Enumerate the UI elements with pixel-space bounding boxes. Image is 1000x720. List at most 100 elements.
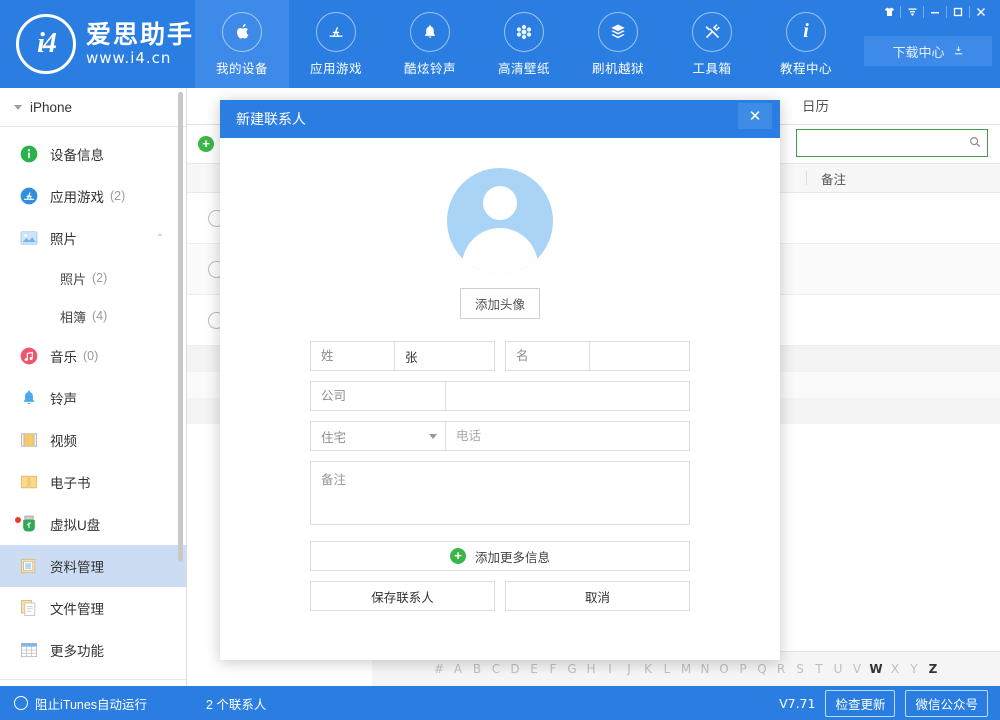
maximize-icon[interactable] xyxy=(947,2,969,21)
alpha-s[interactable]: S xyxy=(791,662,810,676)
last-name-input[interactable] xyxy=(395,343,494,369)
skin-icon[interactable] xyxy=(878,2,900,21)
nav-toolbox[interactable]: 工具箱 xyxy=(665,0,759,88)
phone-type-select[interactable]: 住宅 xyxy=(311,422,446,450)
sidebar-subitem-albums[interactable]: 相簿 (4) xyxy=(0,297,186,335)
device-name: iPhone xyxy=(30,100,72,115)
dialog-header: 新建联系人 ✕ xyxy=(220,100,780,138)
download-center-button[interactable]: 下载中心 xyxy=(864,36,992,66)
note-textarea[interactable] xyxy=(310,461,690,525)
add-avatar-button[interactable]: 添加头像 xyxy=(460,288,540,319)
company-field[interactable]: 公司 xyxy=(310,381,690,411)
block-itunes-toggle[interactable]: 阻止iTunes自动运行 xyxy=(0,694,186,713)
sidebar-item-music[interactable]: 音乐 (0) xyxy=(0,335,186,377)
info-circle-icon xyxy=(18,143,40,165)
alpha-h[interactable]: H xyxy=(582,662,601,676)
search-icon[interactable] xyxy=(968,135,982,152)
phone-input[interactable] xyxy=(446,423,689,449)
download-arrow-icon xyxy=(953,44,964,59)
alpha-u[interactable]: U xyxy=(829,662,848,676)
alpha-p[interactable]: P xyxy=(734,662,753,676)
nav-my-device[interactable]: 我的设备 xyxy=(195,0,289,88)
sidebar-item-data-management[interactable]: 资料管理 xyxy=(0,545,186,587)
alpha-t[interactable]: T xyxy=(810,662,829,676)
minimize-icon[interactable] xyxy=(924,2,946,21)
alpha-w[interactable]: W xyxy=(867,662,886,676)
alpha-q[interactable]: Q xyxy=(753,662,772,676)
sidebar-item-photos[interactable]: 照片 ⌃ xyxy=(0,217,186,259)
first-name-field[interactable]: 名 xyxy=(505,341,690,371)
sidebar-subitem-count: (4) xyxy=(92,309,107,323)
app-window: i4 爱思助手 www.i4.cn 我的设备 应用游戏 xyxy=(0,0,1000,720)
nav-flash-jailbreak[interactable]: 刷机越狱 xyxy=(571,0,665,88)
device-selector[interactable]: iPhone xyxy=(0,88,186,127)
first-name-input[interactable] xyxy=(590,343,689,369)
sidebar-item-virtual-usb[interactable]: 虚拟U盘 xyxy=(0,503,186,545)
alpha-n[interactable]: N xyxy=(696,662,715,676)
sidebar-item-label: 铃声 xyxy=(50,388,77,408)
nav-ringtones[interactable]: 酷炫铃声 xyxy=(383,0,477,88)
tab-calendar[interactable]: 日历 xyxy=(786,89,845,124)
sidebar-item-apps-games[interactable]: 应用游戏 (2) xyxy=(0,175,186,217)
alpha-c[interactable]: C xyxy=(487,662,506,676)
sidebar-item-label: 资料管理 xyxy=(50,556,104,576)
alpha-m[interactable]: M xyxy=(677,662,696,676)
sidebar-item-label: 文件管理 xyxy=(50,598,104,618)
close-icon[interactable] xyxy=(970,2,992,21)
sidebar-subitem-photos[interactable]: 照片 (2) xyxy=(0,259,186,297)
first-name-label: 名 xyxy=(506,342,590,370)
sidebar-item-ebook[interactable]: 电子书 xyxy=(0,461,186,503)
alpha-v[interactable]: V xyxy=(848,662,867,676)
nav-label: 刷机越狱 xyxy=(592,58,644,77)
sidebar-scrollbar[interactable] xyxy=(178,92,183,562)
alpha-r[interactable]: R xyxy=(772,662,791,676)
alpha-o[interactable]: O xyxy=(715,662,734,676)
nav-wallpapers[interactable]: 高清壁纸 xyxy=(477,0,571,88)
top-bar: i4 爱思助手 www.i4.cn 我的设备 应用游戏 xyxy=(0,0,1000,88)
dialog-title: 新建联系人 xyxy=(220,109,306,129)
phone-field[interactable]: 住宅 xyxy=(310,421,690,451)
close-icon[interactable]: ✕ xyxy=(738,103,772,129)
alpha-x[interactable]: X xyxy=(886,662,905,676)
alpha-i[interactable]: I xyxy=(601,662,620,676)
alpha-z[interactable]: Z xyxy=(924,662,943,676)
alpha-j[interactable]: J xyxy=(620,662,639,676)
book-icon xyxy=(18,471,40,493)
alpha-b[interactable]: B xyxy=(468,662,487,676)
name-row: 姓 名 xyxy=(310,341,690,371)
alpha-g[interactable]: G xyxy=(563,662,582,676)
sidebar-item-file-management[interactable]: 文件管理 xyxy=(0,587,186,629)
last-name-label: 姓 xyxy=(311,342,395,370)
company-input[interactable] xyxy=(446,383,689,409)
alpha-d[interactable]: D xyxy=(506,662,525,676)
alpha-l[interactable]: L xyxy=(658,662,677,676)
alpha-a[interactable]: A xyxy=(449,662,468,676)
add-more-info-button[interactable]: + 添加更多信息 xyxy=(310,541,690,571)
file-icon xyxy=(18,597,40,619)
search-box[interactable] xyxy=(796,129,988,157)
last-name-field[interactable]: 姓 xyxy=(310,341,495,371)
spacer xyxy=(495,341,505,371)
alpha-y[interactable]: Y xyxy=(905,662,924,676)
save-contact-button[interactable]: 保存联系人 xyxy=(310,581,495,611)
search-input[interactable] xyxy=(803,135,968,151)
ringtone-icon xyxy=(18,387,40,409)
i4-logo-icon: i4 xyxy=(16,14,76,74)
sidebar-item-video[interactable]: 视频 xyxy=(0,419,186,461)
sidebar-item-ringtone[interactable]: 铃声 xyxy=(0,377,186,419)
alpha-hash[interactable]: # xyxy=(430,662,449,676)
sidebar-item-device-info[interactable]: 设备信息 xyxy=(0,133,186,175)
brand-url: www.i4.cn xyxy=(86,49,194,67)
cancel-button[interactable]: 取消 xyxy=(505,581,690,611)
alpha-k[interactable]: K xyxy=(639,662,658,676)
avatar-section: 添加头像 xyxy=(220,138,780,319)
nav-apps-games[interactable]: 应用游戏 xyxy=(289,0,383,88)
alpha-e[interactable]: E xyxy=(525,662,544,676)
sidebar-item-more-features[interactable]: 更多功能 xyxy=(0,629,186,671)
alpha-f[interactable]: F xyxy=(544,662,563,676)
nav-tutorials[interactable]: i 教程中心 xyxy=(759,0,853,88)
wechat-button[interactable]: 微信公众号 xyxy=(905,690,988,717)
menu-icon[interactable] xyxy=(901,2,923,21)
check-update-button[interactable]: 检查更新 xyxy=(825,690,895,717)
add-more-info-label: 添加更多信息 xyxy=(475,547,550,566)
